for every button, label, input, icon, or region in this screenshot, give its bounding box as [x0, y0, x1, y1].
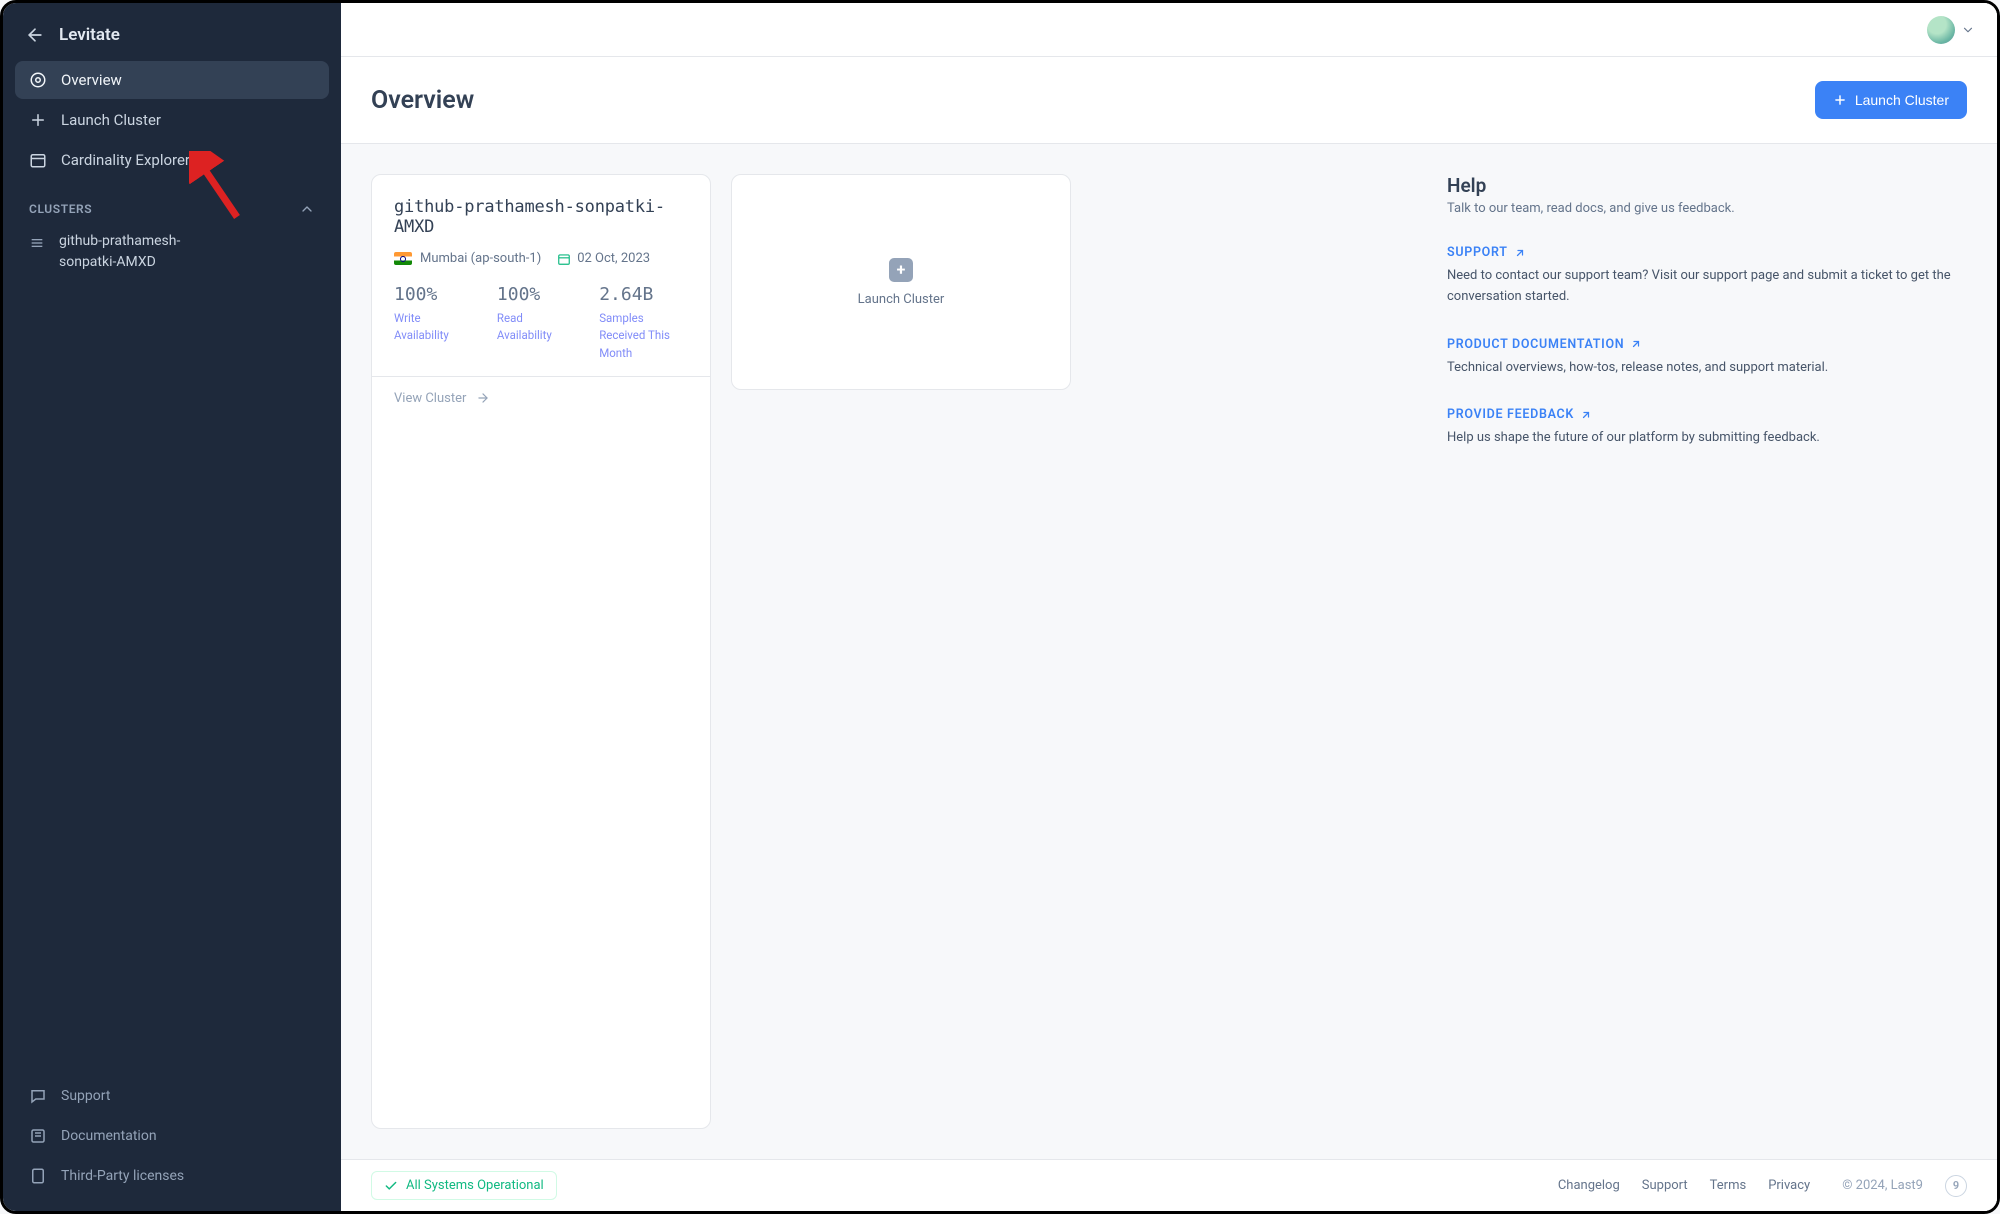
page-header: Overview Launch Cluster — [341, 57, 1997, 144]
sidebar-header[interactable]: Levitate — [3, 15, 341, 61]
clusters-section-header[interactable]: CLUSTERS — [15, 181, 329, 223]
stat-label: Samples Received This Month — [599, 310, 688, 362]
footer: All Systems Operational Changelog Suppor… — [341, 1159, 1997, 1211]
sidebar-item-label: Support — [61, 1088, 110, 1104]
avatar — [1927, 16, 1955, 44]
launch-card-label: Launch Cluster — [858, 292, 945, 307]
cards-row: github-prathamesh-sonpatki-AMXD Mumbai (… — [371, 174, 1071, 1129]
plus-icon — [29, 111, 47, 129]
view-cluster-link[interactable]: View Cluster — [372, 376, 710, 420]
plus-box-icon: + — [889, 258, 913, 282]
stat-value: 100% — [394, 284, 469, 305]
external-link-icon — [1580, 409, 1592, 421]
clusters-section-label: CLUSTERS — [29, 202, 92, 216]
external-link-icon — [1514, 247, 1526, 259]
user-menu[interactable] — [1927, 16, 1975, 44]
view-cluster-label: View Cluster — [394, 391, 466, 406]
button-label: Launch Cluster — [1855, 92, 1949, 108]
sidebar-item-overview[interactable]: Overview — [15, 61, 329, 99]
stat-write-availability: 100% Write Availability — [394, 284, 469, 362]
sidebar: Levitate Overview Launch Cluster Cardina… — [3, 3, 341, 1211]
chat-icon — [29, 1087, 47, 1105]
main: Overview Launch Cluster github-prathames… — [341, 3, 1997, 1211]
footer-link-support[interactable]: Support — [1642, 1178, 1688, 1193]
cluster-icon — [29, 235, 45, 251]
topbar — [341, 3, 1997, 57]
stat-label: Write Availability — [394, 310, 469, 345]
india-flag-icon — [394, 252, 412, 265]
calendar-icon — [29, 151, 47, 169]
help-link-label: PRODUCT DOCUMENTATION — [1447, 337, 1624, 352]
sidebar-bottom: Support Documentation Third-Party licens… — [3, 1077, 341, 1211]
footer-link-privacy[interactable]: Privacy — [1768, 1178, 1810, 1193]
sidebar-item-label: Cardinality Explorer — [61, 151, 190, 169]
sidebar-item-support[interactable]: Support — [15, 1077, 329, 1115]
sidebar-item-cardinality-explorer[interactable]: Cardinality Explorer — [15, 141, 329, 179]
cluster-card-title: github-prathamesh-sonpatki-AMXD — [394, 197, 688, 237]
check-icon — [384, 1179, 398, 1193]
file-icon — [29, 1167, 47, 1185]
launch-cluster-card[interactable]: + Launch Cluster — [731, 174, 1071, 390]
help-link-support[interactable]: SUPPORT — [1447, 245, 1526, 260]
footer-links: Changelog Support Terms Privacy © 2024, … — [1558, 1175, 1967, 1197]
back-arrow-icon[interactable] — [25, 25, 45, 45]
help-title: Help — [1447, 174, 1967, 197]
status-pill[interactable]: All Systems Operational — [371, 1171, 557, 1200]
external-link-icon — [1630, 338, 1642, 350]
cluster-list-item[interactable]: github-prathamesh-sonpatki-AMXD — [15, 223, 329, 281]
brand-badge: 9 — [1945, 1175, 1967, 1197]
help-link-label: PROVIDE FEEDBACK — [1447, 407, 1574, 422]
sidebar-item-documentation[interactable]: Documentation — [15, 1117, 329, 1155]
stat-label: Read Availability — [497, 310, 571, 345]
stat-read-availability: 100% Read Availability — [497, 284, 571, 362]
chevron-down-icon — [1961, 23, 1975, 37]
sidebar-item-label: Third-Party licenses — [61, 1168, 184, 1184]
calendar-icon — [557, 252, 571, 266]
chevron-up-icon[interactable] — [299, 201, 315, 217]
stat-value: 2.64B — [599, 284, 688, 305]
cluster-stats: 100% Write Availability 100% Read Availa… — [394, 284, 688, 362]
stat-samples-received: 2.64B Samples Received This Month — [599, 284, 688, 362]
content: github-prathamesh-sonpatki-AMXD Mumbai (… — [341, 144, 1997, 1159]
footer-link-changelog[interactable]: Changelog — [1558, 1178, 1620, 1193]
sidebar-item-label: Overview — [61, 71, 122, 89]
cluster-card-meta: Mumbai (ap-south-1) 02 Oct, 2023 — [394, 251, 688, 266]
help-desc: Technical overviews, how-tos, release no… — [1447, 358, 1967, 379]
page-title: Overview — [371, 86, 474, 115]
sidebar-item-launch-cluster[interactable]: Launch Cluster — [15, 101, 329, 139]
arrow-right-icon — [476, 391, 490, 405]
brand-name: Levitate — [59, 25, 120, 45]
stat-value: 100% — [497, 284, 571, 305]
sidebar-item-label: Launch Cluster — [61, 111, 161, 129]
help-desc: Help us shape the future of our platform… — [1447, 428, 1967, 449]
cluster-region: Mumbai (ap-south-1) — [420, 251, 541, 266]
help-panel: Help Talk to our team, read docs, and gi… — [1447, 174, 1967, 1129]
cluster-item-name: github-prathamesh-sonpatki-AMXD — [59, 231, 189, 273]
help-link-feedback[interactable]: PROVIDE FEEDBACK — [1447, 407, 1592, 422]
launch-cluster-button[interactable]: Launch Cluster — [1815, 81, 1967, 119]
overview-icon — [29, 71, 47, 89]
sidebar-nav: Overview Launch Cluster Cardinality Expl… — [3, 61, 341, 281]
sidebar-item-third-party-licenses[interactable]: Third-Party licenses — [15, 1157, 329, 1195]
cluster-date: 02 Oct, 2023 — [577, 251, 650, 266]
sidebar-item-label: Documentation — [61, 1128, 157, 1144]
help-desc: Need to contact our support team? Visit … — [1447, 266, 1967, 308]
book-icon — [29, 1127, 47, 1145]
footer-link-terms[interactable]: Terms — [1710, 1178, 1747, 1193]
cluster-card: github-prathamesh-sonpatki-AMXD Mumbai (… — [371, 174, 711, 1129]
help-link-label: SUPPORT — [1447, 245, 1508, 260]
help-link-documentation[interactable]: PRODUCT DOCUMENTATION — [1447, 337, 1642, 352]
copyright: © 2024, Last9 — [1842, 1178, 1923, 1193]
status-text: All Systems Operational — [406, 1178, 544, 1193]
plus-icon — [1833, 93, 1847, 107]
help-subtitle: Talk to our team, read docs, and give us… — [1447, 201, 1967, 216]
